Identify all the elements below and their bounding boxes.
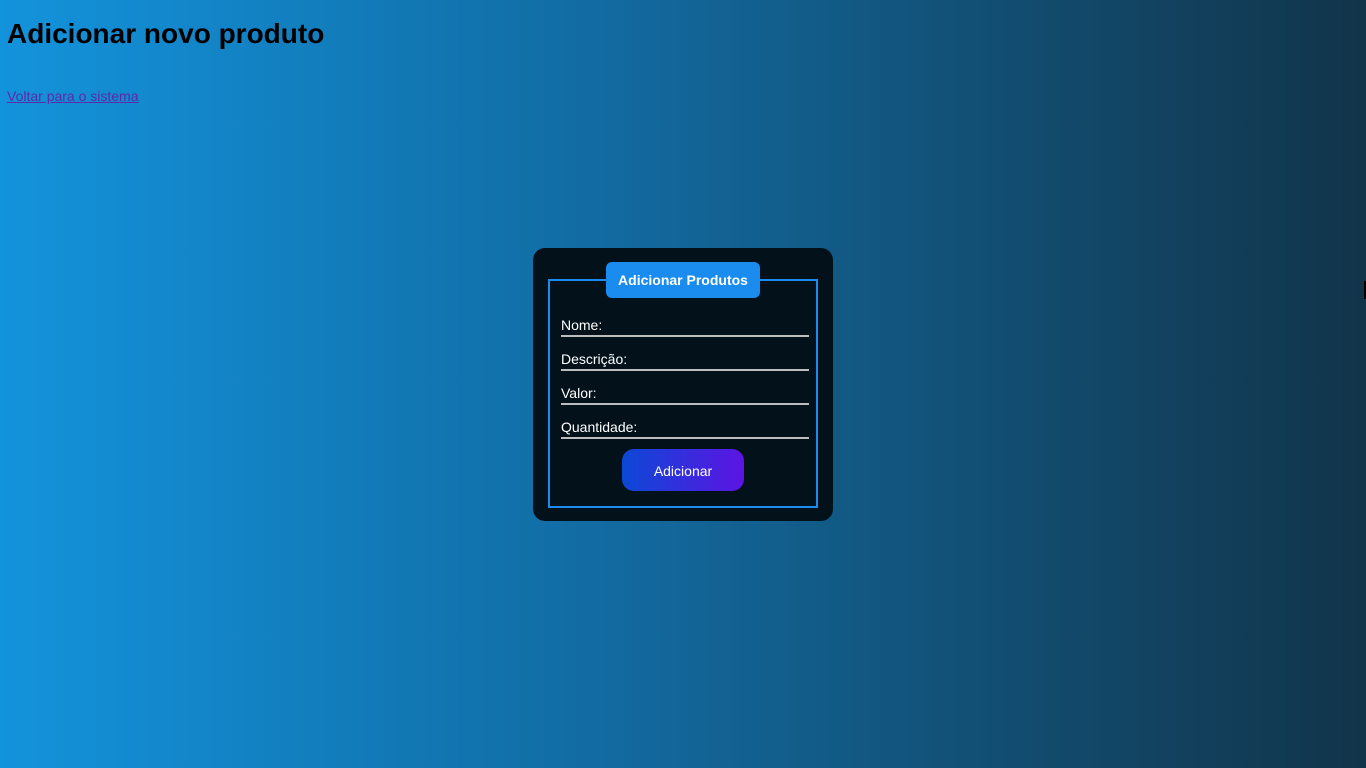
form-legend: Adicionar Produtos	[606, 262, 760, 298]
description-field[interactable]: Descrição:	[561, 351, 809, 371]
quantity-field[interactable]: Quantidade:	[561, 419, 809, 439]
page-title: Adicionar novo produto	[7, 18, 325, 49]
name-input[interactable]	[561, 317, 809, 335]
quantity-input[interactable]	[561, 419, 809, 437]
value-field[interactable]: Valor:	[561, 385, 809, 405]
value-input[interactable]	[561, 385, 809, 403]
back-to-system-link[interactable]: Voltar para o sistema	[7, 88, 139, 104]
name-field[interactable]: Nome:	[561, 317, 809, 337]
description-input[interactable]	[561, 351, 809, 369]
add-button[interactable]: Adicionar	[622, 449, 744, 491]
add-product-card: Adicionar Produtos Nome: Descrição: Valo…	[533, 248, 833, 521]
